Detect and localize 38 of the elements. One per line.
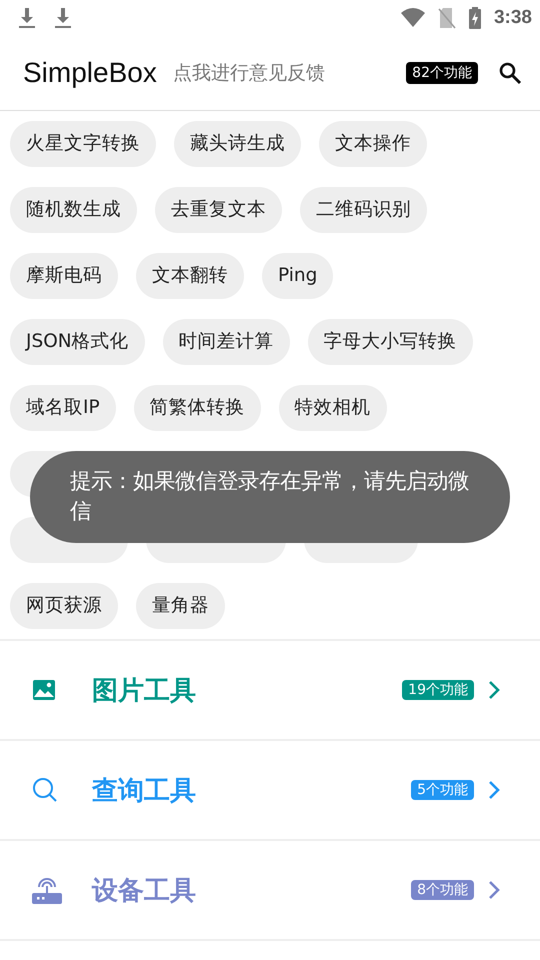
download-icon — [54, 7, 72, 29]
tool-chip[interactable]: 去重复文本 — [155, 187, 282, 233]
feature-count-badge: 5个功能 — [411, 780, 474, 800]
feedback-link[interactable]: 点我进行意见反馈 — [172, 60, 325, 86]
search-icon[interactable] — [498, 61, 522, 85]
tool-chip[interactable]: Ping — [262, 253, 334, 299]
tool-chip[interactable]: 特效相机 — [278, 385, 387, 431]
tool-chip[interactable]: 字母大小写转换 — [308, 319, 473, 365]
category-row[interactable]: 图片工具 19个功能 — [0, 641, 540, 741]
tool-chip[interactable]: 网页获源 — [10, 583, 118, 629]
no-sim-icon — [438, 7, 456, 29]
chevron-right-icon — [488, 880, 500, 900]
category-title: 图片工具 — [92, 674, 196, 708]
chevron-right-icon — [488, 780, 500, 800]
tool-chip[interactable]: 随机数生成 — [10, 187, 137, 233]
battery-charging-icon — [468, 7, 482, 29]
hint-toast: 提示：如果微信登录存在异常，请先启动微信 — [30, 451, 510, 543]
tool-chip[interactable]: 量角器 — [136, 583, 225, 629]
tool-chip[interactable]: 时间差计算 — [162, 319, 290, 365]
tool-chip[interactable]: 域名取IP — [10, 385, 116, 431]
tool-chip[interactable]: 文本翻转 — [136, 253, 244, 299]
feature-count-badge: 8个功能 — [411, 880, 474, 900]
clock-time: 3:38 — [494, 7, 532, 29]
tool-chip[interactable]: 摩斯电码 — [10, 253, 118, 299]
wifi-icon — [400, 8, 426, 28]
feature-count-badge: 19个功能 — [402, 680, 474, 700]
tool-chip[interactable]: 简繁体转换 — [134, 385, 261, 431]
category-title: 设备工具 — [92, 874, 196, 908]
app-title: SimpleBox — [23, 57, 157, 89]
download-icon — [18, 7, 36, 29]
tool-chip[interactable]: 藏头诗生成 — [174, 121, 301, 167]
tool-chip[interactable]: 火星文字转换 — [10, 121, 156, 167]
feature-count-badge: 82个功能 — [406, 62, 478, 84]
category-title: 查询工具 — [92, 774, 196, 808]
tool-chip[interactable]: 二维码识别 — [300, 187, 427, 233]
chevron-right-icon — [488, 680, 500, 700]
tool-chip[interactable]: 文本操作 — [319, 121, 427, 167]
tool-chip[interactable]: JSON格式化 — [10, 319, 145, 365]
